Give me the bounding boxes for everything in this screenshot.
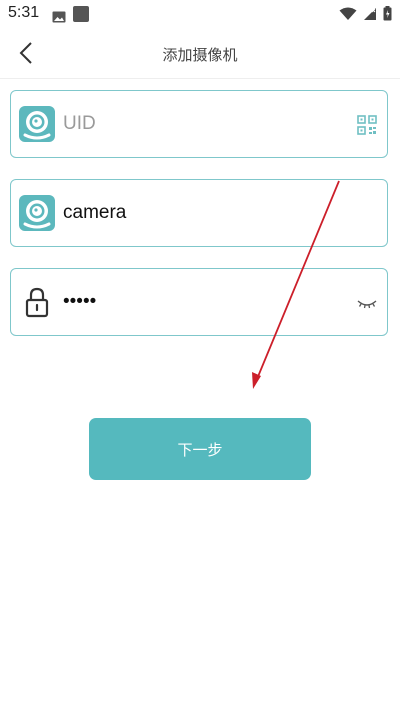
signal-icon — [364, 7, 376, 20]
status-bar: 5:31 — [0, 0, 400, 28]
status-indicators — [339, 6, 392, 21]
app-bar: 添加摄像机 — [0, 28, 400, 79]
camera-name-input[interactable] — [63, 180, 343, 246]
camera-icon — [19, 106, 55, 142]
battery-icon — [383, 6, 392, 21]
status-time: 5:31 — [8, 4, 40, 21]
password-input[interactable] — [63, 269, 343, 335]
app-notification-icon — [73, 6, 89, 22]
lock-icon — [25, 287, 49, 318]
qr-code-scan-icon[interactable] — [357, 115, 377, 135]
next-step-button[interactable]: 下一步 — [89, 418, 311, 480]
camera-name-field — [10, 179, 388, 247]
image-notification-icon — [52, 8, 66, 27]
password-field — [10, 268, 388, 336]
eye-closed-icon[interactable] — [357, 293, 377, 313]
uid-input[interactable] — [63, 91, 343, 157]
wifi-icon — [339, 7, 357, 20]
uid-field — [10, 90, 388, 158]
camera-icon — [19, 195, 55, 231]
page-title: 添加摄像机 — [162, 46, 238, 64]
